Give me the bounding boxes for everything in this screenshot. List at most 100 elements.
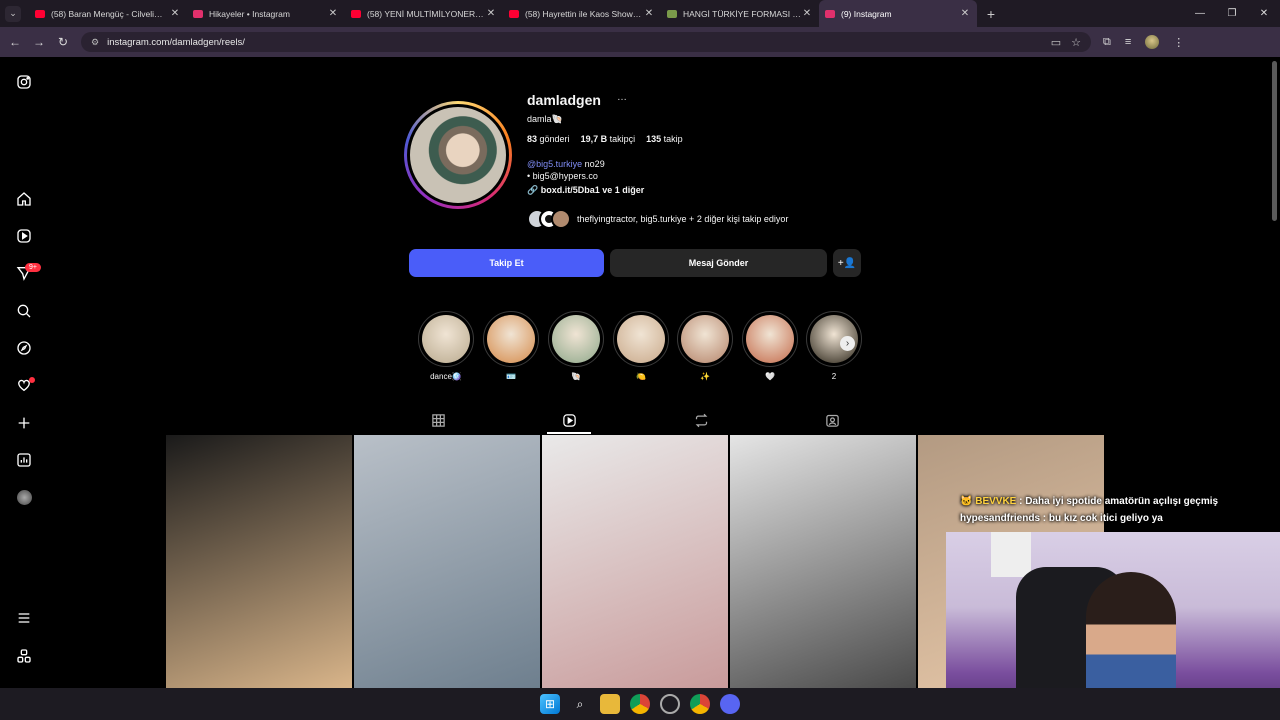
- messages-badge: 9+: [25, 263, 41, 272]
- dashboard-icon[interactable]: [15, 451, 33, 469]
- create-plus-icon[interactable]: [15, 414, 33, 432]
- tab-close-icon[interactable]: ✕: [959, 8, 971, 19]
- tab-favicon-icon: [351, 9, 361, 18]
- followed-by[interactable]: theflyingtractor, big5.turkiye + 2 diğer…: [527, 209, 788, 229]
- file-explorer-icon[interactable]: [600, 694, 620, 714]
- browser-tab[interactable]: HANGİ TÜRKİYE FORMASI FAV ✕: [661, 0, 819, 27]
- story-highlight[interactable]: 🪪: [483, 311, 539, 381]
- reels-icon[interactable]: [15, 227, 33, 245]
- tab-close-icon[interactable]: ✕: [801, 8, 813, 19]
- highlight-cover: [418, 311, 474, 367]
- follow-button[interactable]: Takip Et: [409, 249, 604, 277]
- tab-tagged-icon[interactable]: [823, 411, 841, 429]
- bio-mention-link[interactable]: @big5.turkiye: [527, 159, 582, 169]
- reel-thumbnail[interactable]: [354, 435, 540, 688]
- browser-tab[interactable]: (58) YENİ MULTİMİLYONER AR ✕: [345, 0, 503, 27]
- wall-poster: [991, 532, 1031, 577]
- instagram-logo-icon[interactable]: [15, 73, 33, 91]
- taskbar-search-icon[interactable]: ⌕: [570, 694, 590, 714]
- profile-stats: 83 gönderi 19,7 B takipçi 135 takip: [527, 134, 683, 144]
- more-options-icon[interactable]: …: [617, 92, 627, 103]
- followed-by-text: theflyingtractor, big5.turkiye + 2 diğer…: [577, 214, 789, 224]
- minimize-button[interactable]: —: [1184, 8, 1216, 19]
- discord-icon[interactable]: [720, 694, 740, 714]
- search-icon[interactable]: [15, 302, 33, 320]
- highlights-next-arrow-icon[interactable]: ›: [840, 336, 855, 351]
- address-bar-row: ← → ↻ ⚙ instagram.com/damladgen/reels/ ▭…: [0, 27, 1280, 57]
- close-window-button[interactable]: ✕: [1248, 8, 1280, 19]
- more-menu-icon[interactable]: [15, 609, 33, 627]
- bookmark-star-icon[interactable]: ☆: [1071, 36, 1081, 49]
- also-from-meta-icon[interactable]: [15, 647, 33, 665]
- following-stat[interactable]: 135 takip: [646, 134, 683, 144]
- browser-profile-avatar[interactable]: [1145, 35, 1160, 49]
- highlight-cover: [742, 311, 798, 367]
- highlight-label: 2: [831, 372, 837, 381]
- bio-mention-suffix: no29: [582, 159, 605, 169]
- suggested-accounts-button[interactable]: +👤: [833, 249, 861, 277]
- reel-thumbnail[interactable]: [166, 435, 352, 688]
- media-control-icon[interactable]: ≡: [1125, 36, 1131, 48]
- send-message-button[interactable]: Mesaj Gönder: [610, 249, 827, 277]
- reel-thumbnail[interactable]: [542, 435, 728, 688]
- new-tab-button[interactable]: +: [981, 6, 1001, 22]
- highlight-label: 🪪: [506, 372, 516, 381]
- highlight-label: 🍋: [636, 372, 646, 381]
- story-highlight[interactable]: 🍋: [613, 311, 669, 381]
- profile-full-name: damla🐚: [527, 114, 563, 124]
- window-controls: — ❐ ✕: [1184, 0, 1280, 27]
- browser-tab[interactable]: (58) Baran Mengüç - Cilvelim (C ✕: [29, 0, 187, 27]
- forward-button[interactable]: →: [27, 35, 51, 49]
- windows-start-icon[interactable]: ⊞: [540, 694, 560, 714]
- url-text: instagram.com/damladgen/reels/: [107, 36, 245, 48]
- tab-close-icon[interactable]: ✕: [169, 8, 181, 19]
- tab-favicon-icon: [193, 9, 203, 18]
- tab-posts-grid-icon[interactable]: [429, 411, 447, 429]
- tab-title: (58) Baran Mengüç - Cilvelim (C: [51, 8, 169, 19]
- tab-title: (9) Instagram: [841, 8, 892, 19]
- bio-external-link[interactable]: 🔗 boxd.it/5Dba1 ve 1 diğer: [527, 185, 644, 196]
- chrome-icon[interactable]: [630, 694, 650, 714]
- page-scrollbar[interactable]: [1272, 61, 1277, 221]
- profile-avatar-icon[interactable]: [15, 488, 33, 506]
- followers-stat[interactable]: 19,7 B takipçi: [581, 134, 636, 144]
- profile-tabs: [166, 407, 1104, 435]
- site-info-icon[interactable]: ⚙: [91, 37, 99, 48]
- chat-message: hypesandfriends : bu kız cok itici geliy…: [960, 513, 1163, 524]
- explore-icon[interactable]: [15, 339, 33, 357]
- cast-icon[interactable]: ▭: [1051, 36, 1061, 49]
- tab-close-icon[interactable]: ✕: [327, 8, 339, 19]
- tab-favicon-icon: [667, 9, 677, 18]
- chrome-profile-icon[interactable]: [690, 694, 710, 714]
- home-icon[interactable]: [15, 190, 33, 208]
- tab-close-icon[interactable]: ✕: [643, 8, 655, 19]
- story-highlight[interactable]: 🐚: [548, 311, 604, 381]
- browser-tab[interactable]: Hikayeler • Instagram ✕: [187, 0, 345, 27]
- windows-taskbar: ⊞ ⌕: [0, 688, 1280, 720]
- back-button[interactable]: ←: [3, 35, 27, 49]
- notification-dot: [29, 377, 35, 383]
- url-bar[interactable]: ⚙ instagram.com/damladgen/reels/ ▭ ☆: [81, 32, 1091, 52]
- tab-close-icon[interactable]: ✕: [485, 8, 497, 19]
- extensions-icon[interactable]: ⧉: [1103, 36, 1111, 49]
- profile-picture[interactable]: [404, 101, 512, 209]
- tab-reels-icon[interactable]: [560, 411, 578, 429]
- tab-title: HANGİ TÜRKİYE FORMASI FAV: [683, 8, 801, 19]
- story-highlight[interactable]: ✨: [677, 311, 733, 381]
- highlight-cover: [483, 311, 539, 367]
- browser-tab[interactable]: (58) Hayrettin ile Kaos Show - 2 ✕: [503, 0, 661, 27]
- sidebar-nav: 9+: [0, 57, 48, 688]
- tab-search-button[interactable]: ⌄: [5, 5, 21, 22]
- story-highlight[interactable]: 🤍: [742, 311, 798, 381]
- reel-thumbnail[interactable]: [730, 435, 916, 688]
- restore-button[interactable]: ❐: [1216, 8, 1248, 19]
- posts-stat[interactable]: 83 gönderi: [527, 134, 570, 144]
- reload-button[interactable]: ↻: [51, 35, 75, 49]
- chat-message: 🐱 BEVVKE : Daha iyi spotide amatörün açı…: [960, 496, 1219, 507]
- app-icon[interactable]: [660, 694, 680, 714]
- profile-username: damladgen: [527, 92, 601, 108]
- story-highlight[interactable]: dance🪩: [418, 311, 474, 381]
- browser-menu-icon[interactable]: ⋮: [1173, 36, 1184, 49]
- browser-tab[interactable]: (9) Instagram ✕: [819, 0, 977, 27]
- tab-reposts-icon[interactable]: [692, 411, 710, 429]
